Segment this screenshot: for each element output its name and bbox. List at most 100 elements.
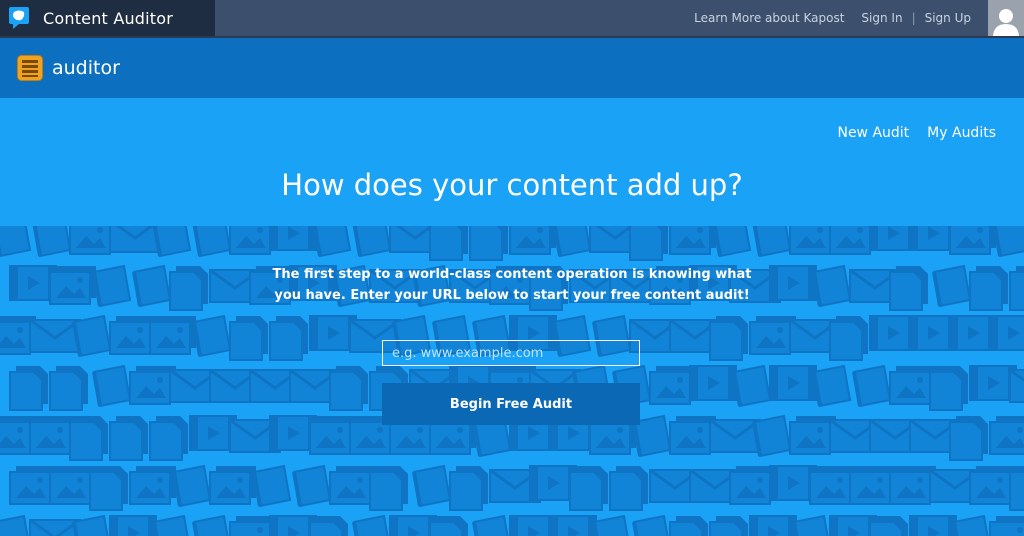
sub-nav: New Audit My Audits — [819, 125, 996, 141]
book-icon — [192, 226, 232, 258]
video-icon — [769, 365, 817, 401]
document-icon — [1009, 466, 1024, 511]
main-hero: New Audit My Audits How does your conten… — [0, 98, 1024, 536]
document-icon — [889, 266, 928, 311]
list-icon[interactable] — [17, 55, 43, 81]
video-icon — [769, 265, 817, 301]
book-icon — [192, 514, 229, 536]
book-icon — [552, 226, 592, 258]
book-icon — [712, 226, 752, 258]
brand-title: Content Auditor — [43, 8, 174, 28]
speech-bubble-icon — [9, 7, 29, 29]
video-icon — [909, 515, 957, 536]
book-icon — [0, 514, 29, 536]
book-icon — [792, 514, 829, 536]
image-icon — [509, 226, 556, 255]
document-icon — [149, 416, 188, 461]
book-icon — [292, 464, 332, 508]
book-icon — [0, 226, 32, 258]
book-icon — [352, 514, 389, 536]
nav-separator: | — [911, 11, 916, 25]
book-icon — [152, 226, 192, 258]
top-bar: Content Auditor Learn More about Kapost … — [0, 0, 1024, 38]
intro-text: The first step to a world-class content … — [272, 267, 752, 303]
document-icon — [469, 226, 508, 261]
image-icon — [989, 416, 1024, 455]
my-audits-link[interactable]: My Audits — [927, 125, 996, 141]
page-title: How does your content add up? — [281, 168, 743, 202]
document-icon — [709, 316, 748, 361]
book-icon — [92, 264, 132, 308]
url-input[interactable] — [382, 340, 640, 366]
document-icon — [609, 466, 648, 511]
book-icon — [992, 226, 1024, 258]
image-icon — [149, 316, 196, 355]
document-icon — [369, 466, 408, 511]
document-icon — [9, 366, 48, 411]
learn-more-link[interactable]: Learn More about Kapost — [694, 11, 844, 25]
video-icon — [549, 515, 597, 536]
avatar[interactable] — [988, 0, 1024, 36]
document-icon — [429, 226, 468, 261]
document-icon — [1009, 266, 1024, 311]
image-icon — [129, 466, 176, 505]
image-icon — [209, 466, 256, 505]
book-icon — [72, 314, 112, 358]
book-icon — [932, 264, 972, 308]
document-icon — [269, 316, 308, 361]
book-icon — [192, 314, 232, 358]
book-icon — [752, 226, 792, 258]
document-icon — [569, 466, 608, 511]
book-icon — [952, 514, 989, 536]
document-icon — [169, 266, 208, 311]
document-icon — [329, 366, 368, 411]
sign-up-link[interactable]: Sign Up — [925, 11, 971, 25]
book-icon — [92, 364, 132, 408]
video-icon — [749, 515, 797, 536]
book-icon — [412, 464, 452, 508]
book-icon — [752, 414, 792, 458]
book-icon — [352, 226, 392, 258]
top-nav: Learn More about Kapost Sign In | Sign U… — [694, 0, 1024, 36]
image-icon — [669, 226, 716, 255]
book-icon — [472, 514, 509, 536]
app-title: auditor — [52, 57, 120, 79]
book-icon — [592, 514, 629, 536]
document-icon — [949, 416, 988, 461]
brand[interactable]: Content Auditor — [0, 0, 215, 36]
document-icon — [449, 466, 488, 511]
book-icon — [132, 264, 172, 308]
sign-in-link[interactable]: Sign In — [861, 11, 902, 25]
document-icon — [49, 366, 88, 411]
book-icon — [172, 464, 212, 508]
book-icon — [312, 226, 352, 258]
document-icon — [89, 466, 128, 511]
book-icon — [732, 364, 772, 408]
image-icon — [49, 266, 96, 305]
begin-free-audit-button[interactable]: Begin Free Audit — [382, 383, 640, 425]
envelope-icon — [109, 226, 161, 253]
book-icon — [812, 364, 852, 408]
document-icon — [629, 226, 668, 261]
app-header: auditor — [0, 38, 1024, 98]
document-icon — [69, 416, 108, 461]
document-icon — [929, 366, 968, 411]
new-audit-link[interactable]: New Audit — [837, 125, 909, 141]
video-icon — [989, 315, 1024, 351]
envelope-icon — [1009, 368, 1024, 403]
video-icon — [269, 226, 317, 251]
video-icon — [109, 515, 157, 536]
document-icon — [829, 316, 868, 361]
document-icon — [969, 266, 1008, 311]
user-silhouette-icon — [993, 9, 1019, 36]
book-icon — [632, 514, 669, 536]
book-icon — [852, 364, 892, 408]
document-icon — [229, 316, 268, 361]
image-icon — [949, 226, 996, 255]
book-icon — [152, 514, 189, 536]
video-icon — [689, 365, 737, 401]
image-icon — [989, 516, 1024, 536]
book-icon — [252, 464, 292, 508]
document-icon — [109, 416, 148, 461]
document-icon — [709, 516, 748, 536]
